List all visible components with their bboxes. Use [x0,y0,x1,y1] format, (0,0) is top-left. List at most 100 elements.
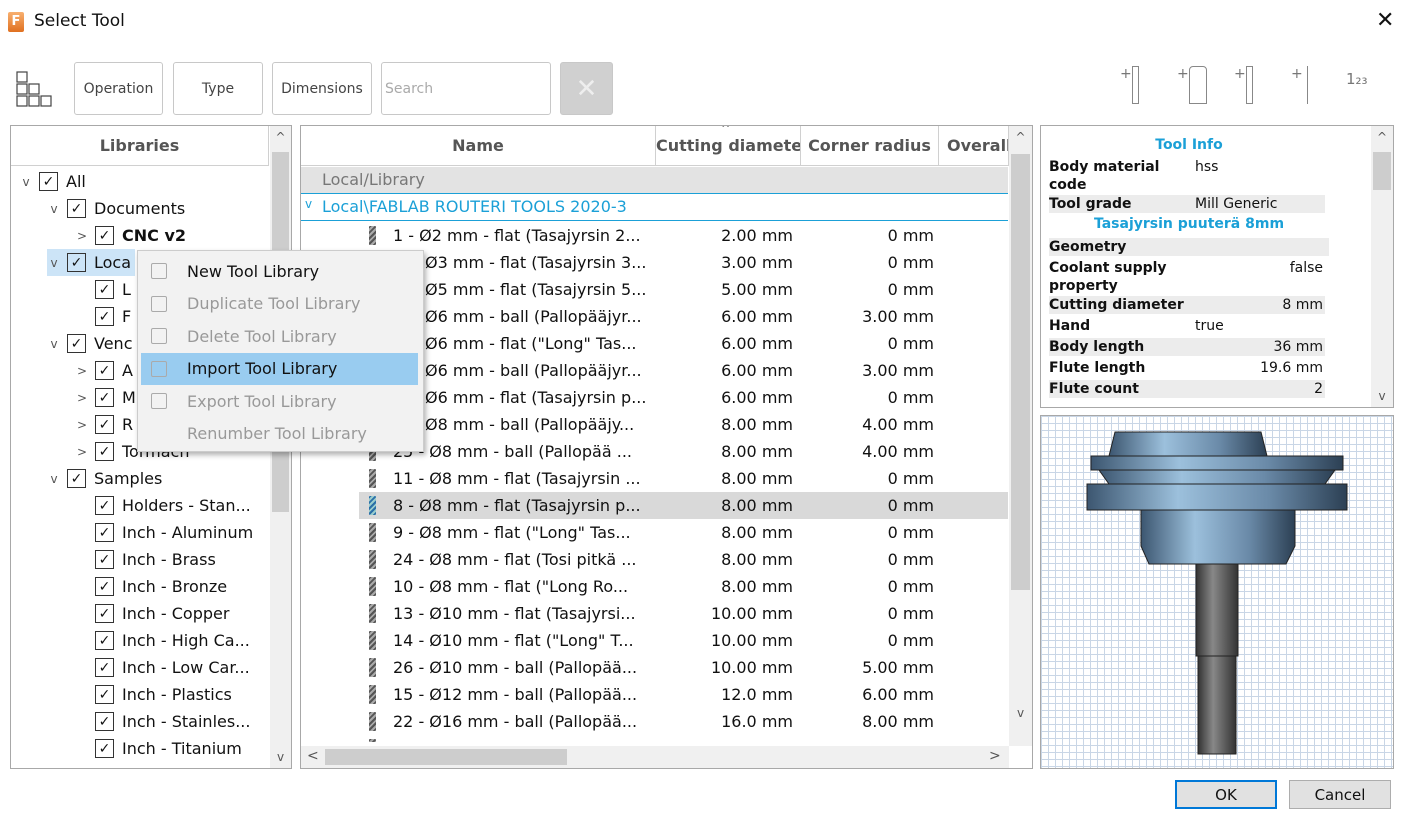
tool-row[interactable]: 26 - Ø10 mm - ball (Pallopää... 10.00 mm 5… [301,654,1008,681]
checkbox[interactable]: ✓ [95,739,114,758]
library-tree-item[interactable]: v ✓ Loca [47,249,136,276]
tool-name: Ø6 mm - ball (Pallopääjyr... [425,361,642,380]
library-tree-item[interactable]: v ✓ Samples [47,465,166,492]
checkbox[interactable]: ✓ [95,631,114,650]
tool-cutting-diameter: 8.00 mm [721,442,793,461]
library-tree-item[interactable]: v ✓ All [19,168,90,195]
library-tree-item[interactable]: ✓ Inch - High Ca... [75,627,254,654]
checkbox[interactable]: ✓ [95,388,114,407]
chevron-right-icon[interactable]: > [75,229,89,243]
checkbox[interactable]: ✓ [39,172,58,191]
add-probe-icon[interactable]: + [1291,66,1313,104]
cancel-button[interactable]: Cancel [1289,780,1391,809]
ok-button[interactable]: OK [1175,780,1277,809]
checkbox[interactable]: ✓ [95,685,114,704]
library-view-icon[interactable] [16,71,56,107]
library-tree-item[interactable]: v ✓ Documents [47,195,189,222]
library-tree-item[interactable]: ✓ Inch - Stainles... [75,708,254,735]
column-name[interactable]: Name [301,126,656,166]
library-tree-item[interactable]: ✓ Inch - Low Car... [75,654,254,681]
checkbox[interactable]: ✓ [95,658,114,677]
library-tree-item[interactable]: ✓ Inch - Plastics [75,681,236,708]
tools-vscrollbar[interactable]: ^ v [1009,126,1032,746]
tool-row[interactable] [301,735,1008,742]
tool-row[interactable]: 1 - Ø2 mm - flat (Tasajyrsin 2... 2.00 mm… [301,222,1008,249]
library-label: A [122,361,133,380]
checkbox[interactable]: ✓ [67,334,86,353]
library-tree-item[interactable]: > ✓ CNC v2 [75,222,190,249]
tool-row[interactable]: 10 - Ø8 mm - flat ("Long Ro... 8.00 mm 0 m… [301,573,1008,600]
checkbox[interactable]: ✓ [95,442,114,461]
tool-row[interactable]: 22 - Ø16 mm - ball (Pallopää... 16.0 mm 8.… [301,708,1008,735]
checkbox[interactable]: ✓ [95,415,114,434]
menu-item-new-tool-library[interactable]: New Tool Library [141,255,418,287]
checkbox[interactable]: ✓ [95,550,114,569]
menu-item-duplicate-tool-library[interactable]: Duplicate Tool Library [141,288,418,320]
library-tree-item[interactable]: ✓ Inch - Bronze [75,573,231,600]
chevron-down-icon[interactable]: v [47,472,61,486]
chevron-right-icon[interactable]: > [75,391,89,405]
renumber-icon[interactable]: 1₂₃ [1346,70,1368,88]
checkbox[interactable]: ✓ [95,280,114,299]
column-overall[interactable]: Overall [939,126,1009,166]
library-tree-item[interactable]: > ✓ R [75,411,137,438]
library-tree-item[interactable]: ✓ Inch - Aluminum [75,519,257,546]
library-tree-item[interactable]: ✓ Inch - Brass [75,546,220,573]
menu-item-delete-tool-library[interactable]: Delete Tool Library [141,320,418,352]
checkbox[interactable]: ✓ [95,307,114,326]
tool-cutting-diameter: 8.00 mm [721,415,793,434]
chevron-down-icon[interactable]: v [47,256,61,270]
tool-row[interactable]: 9 - Ø8 mm - flat ("Long" Tas... 8.00 mm 0 … [301,519,1008,546]
tool-row[interactable]: 24 - Ø8 mm - flat (Tosi pitkä ... 8.00 mm… [301,546,1008,573]
search-input[interactable]: Search [381,62,551,115]
checkbox[interactable]: ✓ [95,361,114,380]
menu-item-export-tool-library[interactable]: Export Tool Library [141,385,418,417]
tool-row[interactable]: 13 - Ø10 mm - flat (Tasajyrsi... 10.00 mm… [301,600,1008,627]
library-tree-item[interactable]: > ✓ M [75,384,140,411]
checkbox[interactable]: ✓ [95,523,114,542]
checkbox[interactable]: ✓ [95,712,114,731]
info-value: true [1195,318,1224,334]
tool-cutting-diameter: 8.00 mm [721,550,793,569]
column-corner-radius[interactable]: Corner radius [801,126,939,166]
library-tree-item[interactable]: v ✓ Venc [47,330,136,357]
tools-hscrollbar[interactable]: < > [301,746,1009,768]
dimensions-filter-button[interactable]: Dimensions [272,62,372,115]
library-tree-item[interactable]: > ✓ A [75,357,137,384]
add-mill-tool-icon[interactable]: + [1120,66,1139,104]
add-turning-tool-icon[interactable]: + [1234,66,1253,104]
library-tree-item[interactable]: ✓ Inch - Titanium [75,735,246,762]
library-tree-item[interactable]: ✓ L [75,276,135,303]
checkbox[interactable]: ✓ [95,604,114,623]
type-filter-button[interactable]: Type [173,62,263,115]
chevron-down-icon[interactable]: v [19,175,33,189]
menu-item-import-tool-library[interactable]: Import Tool Library [141,352,418,385]
menu-item-renumber-tool-library[interactable]: Renumber Tool Library [141,418,418,450]
operation-filter-button[interactable]: Operation [74,62,163,115]
tool-row[interactable]: 8 - Ø8 mm - flat (Tasajyrsin p... 8.00 mm… [359,492,1008,519]
library-tree-item[interactable]: ✓ Inch - Copper [75,600,233,627]
tool-row[interactable]: 11 - Ø8 mm - flat (Tasajyrsin ... 8.00 mm… [301,465,1008,492]
group-root-row[interactable]: Local/Library [301,167,1008,193]
tool-row[interactable]: 14 - Ø10 mm - flat ("Long" T... 10.00 mm 0… [301,627,1008,654]
library-label: Inch - Stainles... [122,712,251,731]
checkbox[interactable]: ✓ [67,199,86,218]
add-holder-icon[interactable]: + [1177,66,1207,104]
close-icon[interactable]: ✕ [1376,8,1394,33]
checkbox[interactable]: ✓ [95,577,114,596]
checkbox[interactable]: ✓ [95,226,114,245]
group-row[interactable]: v Local\FABLAB ROUTERI TOOLS 2020-3 [301,193,1008,221]
library-tree-item[interactable]: ✓ Holders - Stan... [75,492,255,519]
checkbox[interactable]: ✓ [67,253,86,272]
chevron-right-icon[interactable]: > [75,418,89,432]
chevron-right-icon[interactable]: > [75,364,89,378]
checkbox[interactable]: ✓ [67,469,86,488]
library-tree-item[interactable]: ✓ F [75,303,135,330]
chevron-down-icon[interactable]: v [47,202,61,216]
tool-row[interactable]: 15 - Ø12 mm - ball (Pallopää... 12.0 mm 6.… [301,681,1008,708]
checkbox[interactable]: ✓ [95,496,114,515]
clear-search-button[interactable]: ✕ [560,62,613,115]
info-scrollbar[interactable]: ^ v [1371,126,1393,407]
chevron-right-icon[interactable]: > [75,445,89,459]
chevron-down-icon[interactable]: v [47,337,61,351]
